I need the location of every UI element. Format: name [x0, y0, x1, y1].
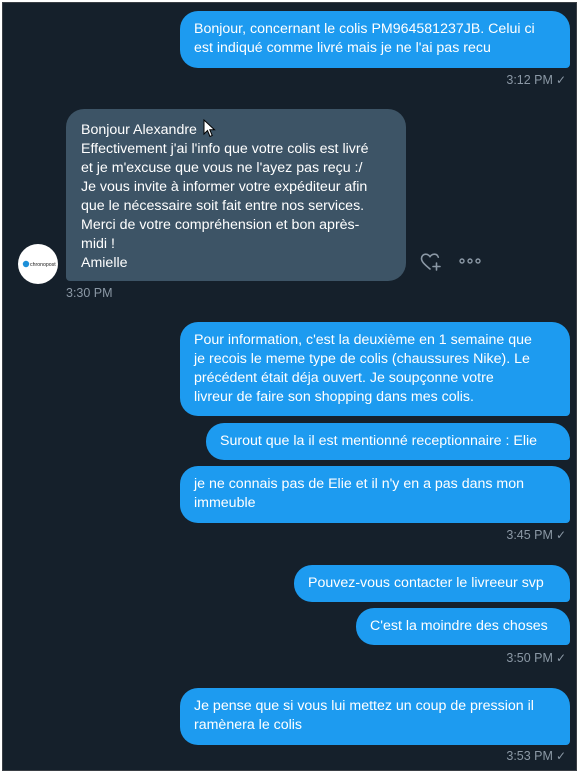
- timestamp-text: 3:30 PM: [66, 286, 113, 300]
- sent-message[interactable]: Pouvez-vous contacter le livreeur svp: [294, 565, 570, 602]
- message-line: Merci de votre compréhension et bon aprè…: [81, 217, 360, 233]
- message-line: immeuble: [194, 495, 256, 511]
- message-timestamp: 3:12 PM ✓: [506, 73, 566, 87]
- message-line: je recois le meme type de colis (chaussu…: [194, 351, 530, 367]
- received-message[interactable]: Bonjour Alexandre Effectivement j'ai l'i…: [66, 109, 406, 281]
- timestamp-text: 3:12 PM: [506, 73, 553, 87]
- avatar-label: chronopost: [30, 262, 56, 268]
- message-line: précédent était déja ouvert. Je soupçonn…: [194, 370, 494, 386]
- message-line: je ne connais pas de Elie et il n'y en a…: [194, 476, 525, 492]
- message-line: Je vous invite à informer votre expédite…: [81, 179, 368, 195]
- sent-message[interactable]: C'est la moindre des choses: [356, 608, 570, 645]
- sent-message[interactable]: Je pense que si vous lui mettez un coup …: [180, 688, 570, 745]
- heart-plus-icon[interactable]: [420, 252, 442, 272]
- sent-message[interactable]: Bonjour, concernant le colis PM964581237…: [180, 11, 570, 68]
- message-line: est indiqué comme livré mais je ne l'ai …: [194, 40, 491, 56]
- message-line: et je m'excuse que vous ne l'ayez pas re…: [81, 160, 363, 176]
- message-timestamp: 3:50 PM ✓: [506, 651, 566, 665]
- message-line: Surout que la il est mentionné reception…: [220, 433, 538, 449]
- message-timestamp: 3:30 PM: [66, 286, 113, 300]
- message-line: ramènera le colis: [194, 717, 303, 733]
- mouse-cursor-icon: [203, 119, 216, 138]
- message-timestamp: 3:45 PM ✓: [506, 528, 566, 542]
- message-timestamp: 3:53 PM ✓: [506, 749, 566, 763]
- avatar[interactable]: chronopost: [18, 244, 58, 284]
- message-line: midi !: [81, 236, 115, 252]
- timestamp-text: 3:50 PM: [506, 651, 553, 665]
- message-line: Bonjour, concernant le colis PM964581237…: [194, 21, 535, 37]
- sent-message[interactable]: Pour information, c'est la deuxième en 1…: [180, 322, 570, 416]
- checkmark-icon: ✓: [555, 749, 566, 763]
- more-horizontal-icon[interactable]: [459, 257, 481, 265]
- message-line: Je pense que si vous lui mettez un coup …: [194, 698, 534, 714]
- timestamp-text: 3:53 PM: [506, 749, 553, 763]
- message-line: Bonjour Alexandre: [81, 122, 197, 138]
- sent-message[interactable]: je ne connais pas de Elie et il n'y en a…: [180, 466, 570, 523]
- message-line: livreur de faire son shopping dans mes c…: [194, 389, 474, 405]
- message-line: Effectivement j'ai l'info que votre coli…: [81, 141, 369, 157]
- checkmark-icon: ✓: [555, 528, 566, 542]
- timestamp-text: 3:45 PM: [506, 528, 553, 542]
- dm-conversation-window: Bonjour, concernant le colis PM964581237…: [2, 2, 577, 771]
- checkmark-icon: ✓: [555, 73, 566, 87]
- message-line: Pour information, c'est la deuxième en 1…: [194, 332, 532, 348]
- chronopost-logo: chronopost: [22, 260, 56, 268]
- checkmark-icon: ✓: [555, 651, 566, 665]
- message-line: Pouvez-vous contacter le livreeur svp: [308, 575, 544, 591]
- message-line: Amielle: [81, 255, 128, 271]
- sent-message[interactable]: Surout que la il est mentionné reception…: [206, 423, 570, 460]
- message-line: que le nécessaire soit fait entre nos se…: [81, 198, 365, 214]
- message-line: C'est la moindre des choses: [370, 618, 548, 634]
